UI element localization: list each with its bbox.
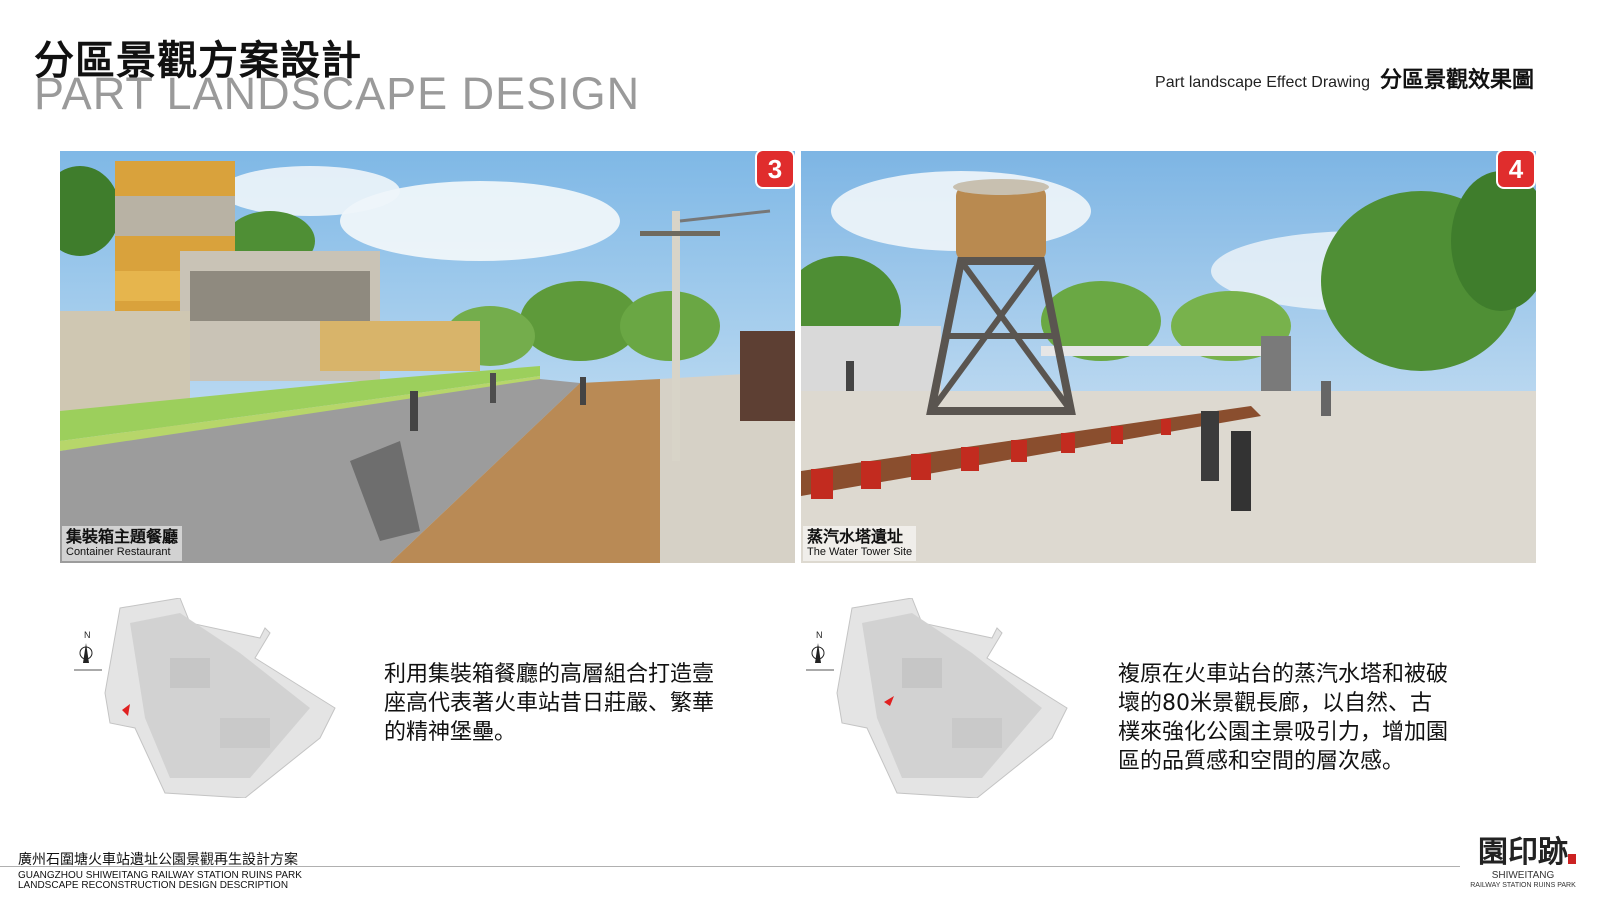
- description-water-tower: 複原在火車站台的蒸汽水塔和被破 壞的80米景觀長廊，以自然、古 樸來強化公園主景…: [1118, 660, 1508, 776]
- water-tower-illustration: [801, 151, 1536, 563]
- render-4-number-badge: 4: [1498, 151, 1534, 187]
- description-line: 利用集裝箱餐廳的高層組合打造壹: [384, 662, 715, 687]
- brand-logo: 園印跡 SHIWEITANG RAILWAY STATION RUINS PAR…: [1462, 836, 1584, 898]
- render-3-caption-cn: 集裝箱主題餐廳: [66, 527, 179, 546]
- footer-project-title-en-2: LANDSCAPE RECONSTRUCTION DESIGN DESCRIPT…: [18, 880, 289, 891]
- description-line: 樸來強化公園主景吸引力，增加園: [1118, 720, 1449, 745]
- container-restaurant-illustration: [60, 151, 795, 563]
- description-container-restaurant: 利用集裝箱餐廳的高層組合打造壹 座高代表著火車站昔日莊嚴、繁華 的精神堡壘。: [384, 660, 774, 747]
- description-line: 的精神堡壘。: [384, 720, 517, 745]
- north-arrow-icon: [83, 643, 89, 663]
- description-line: 座高代表著火車站昔日莊嚴、繁華: [384, 691, 715, 716]
- logo-line-2: RAILWAY STATION RUINS PARK: [1470, 882, 1576, 889]
- render-4-caption: 蒸汽水塔遺址 The Water Tower Site: [803, 526, 917, 561]
- render-container-restaurant: 集裝箱主題餐廳 Container Restaurant 3: [60, 151, 795, 563]
- description-line: 區的品質感和空間的層次感。: [1118, 749, 1405, 774]
- section-heading: Part landscape Effect Drawing 分區景觀效果圖: [1155, 62, 1534, 94]
- logo-line-1: SHIWEITANG: [1491, 870, 1555, 881]
- description-line: 壞的80米景觀長廊，以自然、古: [1118, 691, 1432, 716]
- render-3-number-badge: 3: [757, 151, 793, 187]
- site-plan-map: N: [806, 597, 1068, 799]
- site-keymap-3: N: [70, 597, 340, 799]
- render-4-caption-en: The Water Tower Site: [807, 546, 913, 558]
- north-label: N: [816, 630, 823, 640]
- site-plan-map: N: [74, 597, 336, 799]
- page-title-en: PART LANDSCAPE DESIGN: [34, 68, 641, 119]
- render-3-caption: 集裝箱主題餐廳 Container Restaurant: [62, 526, 183, 561]
- description-line: 複原在火車站台的蒸汽水塔和被破: [1118, 662, 1449, 687]
- footer-divider: [0, 866, 1460, 867]
- section-heading-en: Part landscape Effect Drawing: [1155, 74, 1370, 91]
- render-water-tower: 蒸汽水塔遺址 The Water Tower Site 4: [801, 151, 1536, 563]
- render-4-caption-cn: 蒸汽水塔遺址: [807, 527, 904, 546]
- render-3-caption-en: Container Restaurant: [66, 546, 171, 558]
- seal-icon: [1568, 854, 1576, 864]
- section-heading-cn: 分區景觀效果圖: [1379, 68, 1534, 93]
- site-keymap-4: N: [802, 597, 1072, 799]
- north-label: N: [84, 630, 91, 640]
- logo-mark: 園印跡: [1478, 835, 1568, 870]
- north-arrow-icon: [815, 643, 821, 663]
